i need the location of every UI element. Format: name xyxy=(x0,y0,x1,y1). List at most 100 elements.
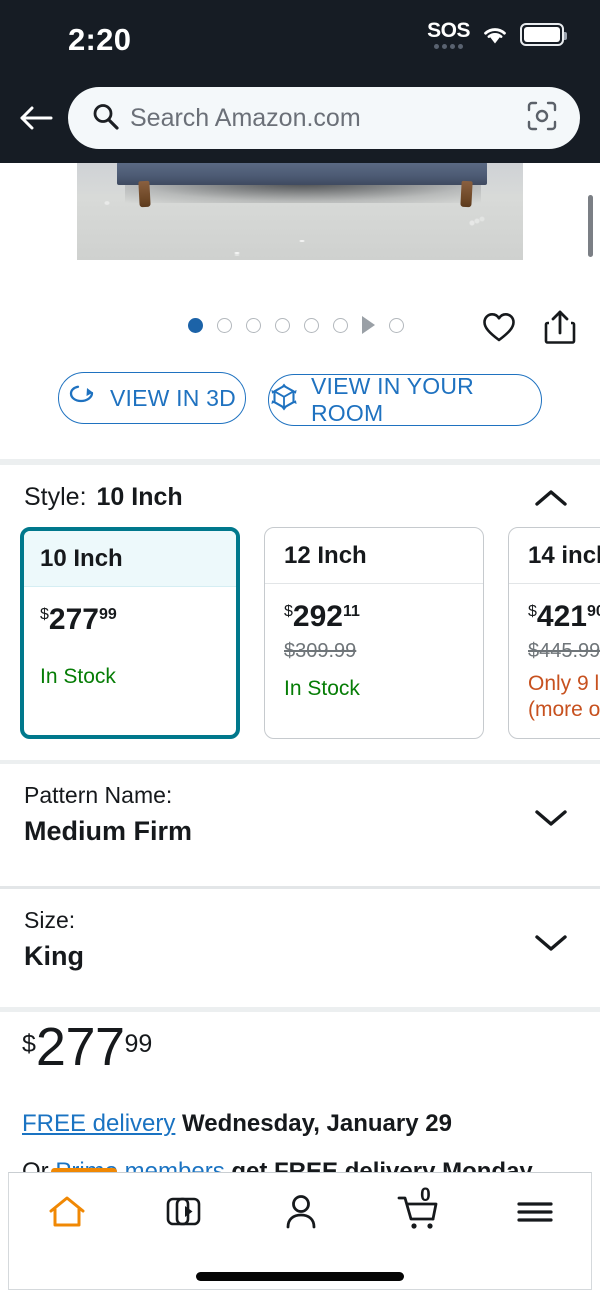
style-card-body: $277 99 In Stock xyxy=(24,587,236,689)
person-icon xyxy=(283,1193,319,1236)
cellular-sos-icon: SOS xyxy=(427,20,470,49)
wifi-icon xyxy=(481,24,509,45)
nav-menu[interactable] xyxy=(476,1183,593,1245)
style-card-title: 12 Inch xyxy=(265,528,483,584)
share-icon[interactable] xyxy=(544,309,576,345)
style-card-availability: Only 9 left in stock (more on the way) xyxy=(528,672,600,722)
pattern-name-label: Pattern Name: xyxy=(24,782,173,808)
carousel-dot[interactable] xyxy=(389,317,404,333)
view-buttons-row: VIEW IN 3D VIEW IN YOUR ROOM xyxy=(0,372,600,428)
sofa-leg-right xyxy=(460,180,473,208)
style-selected-value: 10 Inch xyxy=(96,483,183,511)
home-icon xyxy=(47,1193,87,1236)
view-in-3d-button[interactable]: VIEW IN 3D xyxy=(58,372,246,424)
sofa-leg-left xyxy=(138,180,151,208)
status-bar: 2:20 SOS xyxy=(0,0,600,72)
nav-home[interactable] xyxy=(9,1183,126,1245)
price-cents: 99 xyxy=(98,606,117,623)
carousel-dot[interactable] xyxy=(217,317,232,333)
pattern-name-value: Medium Firm xyxy=(24,816,193,846)
view-in-your-room-button[interactable]: VIEW IN YOUR ROOM xyxy=(268,373,542,426)
back-arrow-icon[interactable] xyxy=(18,99,56,137)
style-card-list-price: $445.99 xyxy=(528,640,600,662)
camera-scan-icon[interactable] xyxy=(526,100,558,137)
style-label-row: Style: 10 Inch xyxy=(24,483,183,512)
product-image[interactable] xyxy=(77,163,523,260)
search-icon xyxy=(90,101,120,136)
style-card-availability: In Stock xyxy=(40,665,116,688)
currency-symbol: $ xyxy=(284,603,293,620)
status-indicators: SOS xyxy=(427,20,567,49)
style-card-body: $292 11 $309.99 In Stock xyxy=(265,584,483,701)
pattern-name-row[interactable]: Pattern Name: Medium Firm xyxy=(0,764,600,886)
currency-symbol: $ xyxy=(22,1030,36,1058)
bottom-nav-items: 0 xyxy=(9,1183,593,1245)
style-card-price: $277 99 xyxy=(40,605,236,635)
search-row: Search Amazon.com xyxy=(0,85,600,151)
style-label: Style: xyxy=(24,483,87,511)
style-card-list-price: $309.99 xyxy=(284,640,357,662)
free-delivery-link[interactable]: FREE delivery xyxy=(22,1110,175,1137)
nav-inspire[interactable] xyxy=(126,1183,243,1245)
style-card-14-inch[interactable]: 14 inch $42190 $445.99 Only 9 left in st… xyxy=(508,527,600,739)
carousel-video-icon[interactable] xyxy=(362,316,375,334)
style-card-title: 14 inch xyxy=(509,528,600,584)
carousel-dot[interactable] xyxy=(246,317,261,333)
vertical-scrollbar[interactable] xyxy=(588,195,593,257)
style-card-10-inch[interactable]: 10 Inch $277 99 In Stock xyxy=(20,527,240,739)
delivery-line: FREE delivery Wednesday, January 29 xyxy=(22,1110,452,1138)
carousel-dot[interactable] xyxy=(333,317,348,333)
carousel-dot[interactable] xyxy=(275,317,290,333)
price-whole: 292 xyxy=(292,600,343,633)
shopping-cart-icon xyxy=(395,1192,441,1237)
price-cents: 99 xyxy=(124,1030,153,1058)
hamburger-menu-icon xyxy=(516,1197,554,1232)
delivery-date: Wednesday, January 29 xyxy=(182,1110,452,1137)
search-placeholder-text: Search Amazon.com xyxy=(130,103,361,132)
battery-full-icon xyxy=(520,23,567,46)
chevron-down-icon[interactable] xyxy=(534,931,568,958)
sos-label: SOS xyxy=(427,19,470,42)
size-value: King xyxy=(24,941,84,971)
view-in-your-room-label: VIEW IN YOUR ROOM xyxy=(311,373,474,426)
style-card-12-inch[interactable]: 12 Inch $292 11 $309.99 In Stock xyxy=(264,527,484,739)
style-card-price: $42190 xyxy=(528,602,600,632)
currency-symbol: $ xyxy=(40,606,49,623)
sofa-base xyxy=(117,163,487,185)
style-card-body: $42190 $445.99 Only 9 left in stock (mor… xyxy=(509,584,600,724)
carousel-dots[interactable] xyxy=(188,316,404,334)
view-in-3d-label: VIEW IN 3D xyxy=(110,384,236,411)
style-section: Style: 10 Inch 10 Inch $277 99 In Stock 12… xyxy=(0,465,600,760)
carousel-dot[interactable] xyxy=(304,317,319,333)
carousel-controls xyxy=(0,303,600,353)
style-cards: 10 Inch $277 99 In Stock 12 Inch $292 11 $… xyxy=(20,527,600,739)
price-whole: 277 xyxy=(48,603,99,636)
heart-icon[interactable] xyxy=(482,311,516,345)
price-cents: 11 xyxy=(342,603,360,620)
size-label: Size: xyxy=(24,907,76,933)
size-row[interactable]: Size: King xyxy=(0,889,600,1007)
home-indicator xyxy=(196,1272,404,1281)
app-header: 2:20 SOS Search Amazon.com xyxy=(0,0,600,163)
style-card-availability: In Stock xyxy=(284,677,360,700)
chevron-down-icon[interactable] xyxy=(534,806,568,833)
product-gallery[interactable] xyxy=(0,163,600,303)
style-card-title: 10 Inch xyxy=(24,531,236,587)
chevron-up-icon[interactable] xyxy=(534,487,568,514)
currency-symbol: $ xyxy=(528,603,537,620)
ar-cube-icon xyxy=(269,382,299,418)
nav-cart[interactable]: 0 xyxy=(359,1183,476,1245)
price-cents: 90 xyxy=(586,603,600,620)
video-feed-icon xyxy=(165,1194,203,1235)
style-card-price: $292 11 xyxy=(284,602,483,632)
rotate-3d-icon xyxy=(68,384,98,412)
price-whole: 277 xyxy=(35,1017,125,1077)
nav-account[interactable] xyxy=(243,1183,360,1245)
sofa-shadow xyxy=(125,183,481,203)
search-input[interactable]: Search Amazon.com xyxy=(68,87,580,149)
carousel-dot[interactable] xyxy=(188,317,203,333)
phone-screen: 2:20 SOS Search Amazon.com VIEW IN 3D VI… xyxy=(0,0,600,1298)
cart-count-badge: 0 xyxy=(420,1185,431,1206)
product-price: $277 99 xyxy=(22,1017,153,1077)
price-whole: 421 xyxy=(536,600,587,633)
